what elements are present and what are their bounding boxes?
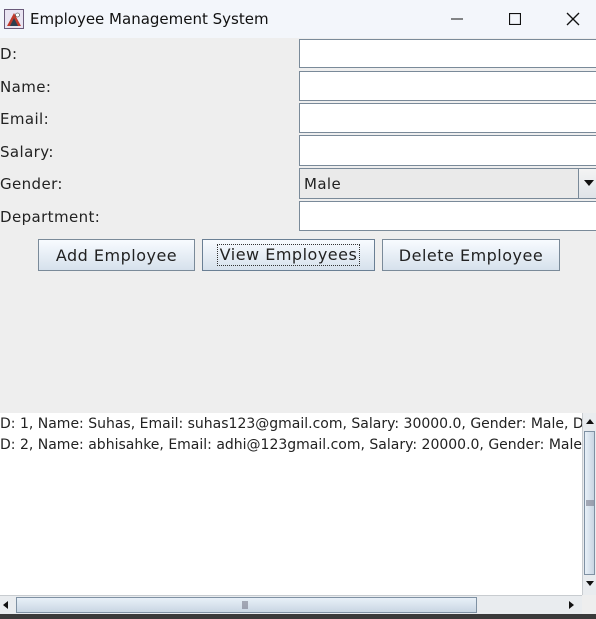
department-label: Department: (0, 208, 101, 226)
output-line: D: 1, Name: Suhas, Email: suhas123@gmail… (0, 416, 582, 432)
vertical-scroll-thumb[interactable] (584, 431, 595, 575)
name-label: Name: (0, 78, 52, 96)
horizontal-scroll-thumb[interactable] (16, 597, 477, 613)
java-app-icon (4, 9, 24, 29)
email-field[interactable] (299, 103, 596, 133)
delete-employee-button[interactable]: Delete Employee (382, 239, 560, 271)
add-employee-button[interactable]: Add Employee (38, 239, 195, 271)
scroll-right-arrow-icon[interactable] (569, 601, 574, 609)
chevron-down-icon (584, 180, 594, 186)
close-button[interactable] (544, 0, 596, 38)
email-label: Email: (0, 110, 50, 128)
grip-icon (242, 601, 248, 609)
title-bar[interactable]: Employee Management System (0, 0, 596, 38)
id-field[interactable] (299, 39, 596, 68)
id-label: D: (0, 45, 18, 63)
scroll-up-arrow-icon[interactable] (586, 419, 594, 424)
scroll-corner (582, 595, 596, 614)
gender-selected-value: Male (304, 175, 342, 193)
horizontal-scrollbar[interactable] (0, 595, 582, 614)
vertical-scrollbar[interactable] (582, 413, 596, 595)
view-employees-button[interactable]: View Employees (202, 239, 375, 271)
employee-output-area[interactable]: D: 1, Name: Suhas, Email: suhas123@gmail… (0, 413, 582, 595)
scroll-left-arrow-icon[interactable] (3, 601, 8, 609)
salary-label: Salary: (0, 143, 54, 161)
output-line: D: 2, Name: abhisahke, Email: adhi@123gm… (0, 437, 582, 453)
delete-employee-label: Delete Employee (398, 245, 544, 265)
grip-icon (586, 500, 594, 506)
minimize-icon (451, 18, 463, 20)
add-employee-label: Add Employee (55, 245, 178, 265)
maximize-icon (509, 13, 521, 25)
department-field[interactable] (299, 201, 596, 231)
maximize-button[interactable] (486, 0, 544, 38)
window-title: Employee Management System (30, 10, 269, 28)
app-window: Employee Management System D: Name: Emai… (0, 0, 596, 619)
salary-field[interactable] (299, 135, 596, 166)
view-employees-label: View Employees (216, 244, 361, 266)
gender-select[interactable]: Male (299, 168, 596, 199)
close-icon (566, 12, 580, 26)
scroll-down-arrow-icon[interactable] (586, 581, 594, 586)
window-bottom-edge (0, 614, 596, 619)
gender-label: Gender: (0, 175, 63, 193)
name-field[interactable] (299, 71, 596, 101)
gender-dropdown-button[interactable] (578, 169, 596, 198)
minimize-button[interactable] (428, 0, 486, 38)
